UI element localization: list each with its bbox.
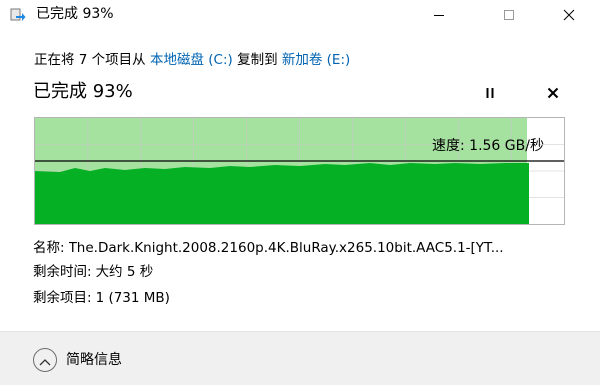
copy-description-middle: 复制到 bbox=[232, 52, 282, 68]
maximize-icon bbox=[503, 9, 515, 21]
chevron-up-icon bbox=[39, 351, 51, 370]
close-icon bbox=[563, 9, 575, 21]
time-remaining-value: 大约 5 秒 bbox=[95, 264, 154, 280]
pause-button[interactable] bbox=[477, 80, 503, 106]
progress-heading: 已完成 93% bbox=[33, 81, 133, 102]
name-label: 名称: bbox=[33, 240, 65, 256]
minimize-icon bbox=[433, 9, 445, 21]
pause-icon bbox=[484, 84, 496, 103]
close-window-button[interactable] bbox=[546, 0, 592, 30]
file-name: The.Dark.Knight.2008.2160p.4K.BluRay.x26… bbox=[68, 240, 504, 256]
cancel-button[interactable] bbox=[540, 80, 566, 106]
source-drive-link[interactable]: 本地磁盘 (C:) bbox=[150, 52, 233, 68]
name-row: 名称: The.Dark.Knight.2008.2160p.4K.BluRay.… bbox=[33, 239, 504, 257]
close-icon bbox=[547, 84, 559, 103]
copy-description-prefix: 正在将 7 个项目从 bbox=[34, 52, 150, 68]
window-title: 已完成 93% bbox=[36, 6, 114, 22]
title-bar: 已完成 93% bbox=[0, 0, 600, 30]
maximize-button[interactable] bbox=[486, 0, 532, 30]
items-remaining-row: 剩余项目: 1 (731 MB) bbox=[33, 289, 170, 307]
throughput-chart bbox=[34, 117, 565, 225]
items-remaining-label: 剩余项目: bbox=[33, 290, 92, 306]
copy-transfer-icon bbox=[10, 7, 26, 23]
fewer-details-button[interactable] bbox=[33, 348, 57, 372]
copy-description: 正在将 7 个项目从 本地磁盘 (C:) 复制到 新加卷 (E:) bbox=[34, 51, 350, 69]
items-remaining-value: 1 (731 MB) bbox=[95, 290, 170, 306]
speed-label: 速度: 1.56 GB/秒 bbox=[432, 138, 544, 154]
time-remaining-label: 剩余时间: bbox=[33, 264, 92, 280]
destination-drive-link[interactable]: 新加卷 (E:) bbox=[282, 52, 350, 68]
minimize-button[interactable] bbox=[416, 0, 462, 30]
time-remaining-row: 剩余时间: 大约 5 秒 bbox=[33, 263, 153, 281]
throughput-area bbox=[35, 163, 529, 224]
fewer-details-label[interactable]: 简略信息 bbox=[66, 350, 122, 370]
